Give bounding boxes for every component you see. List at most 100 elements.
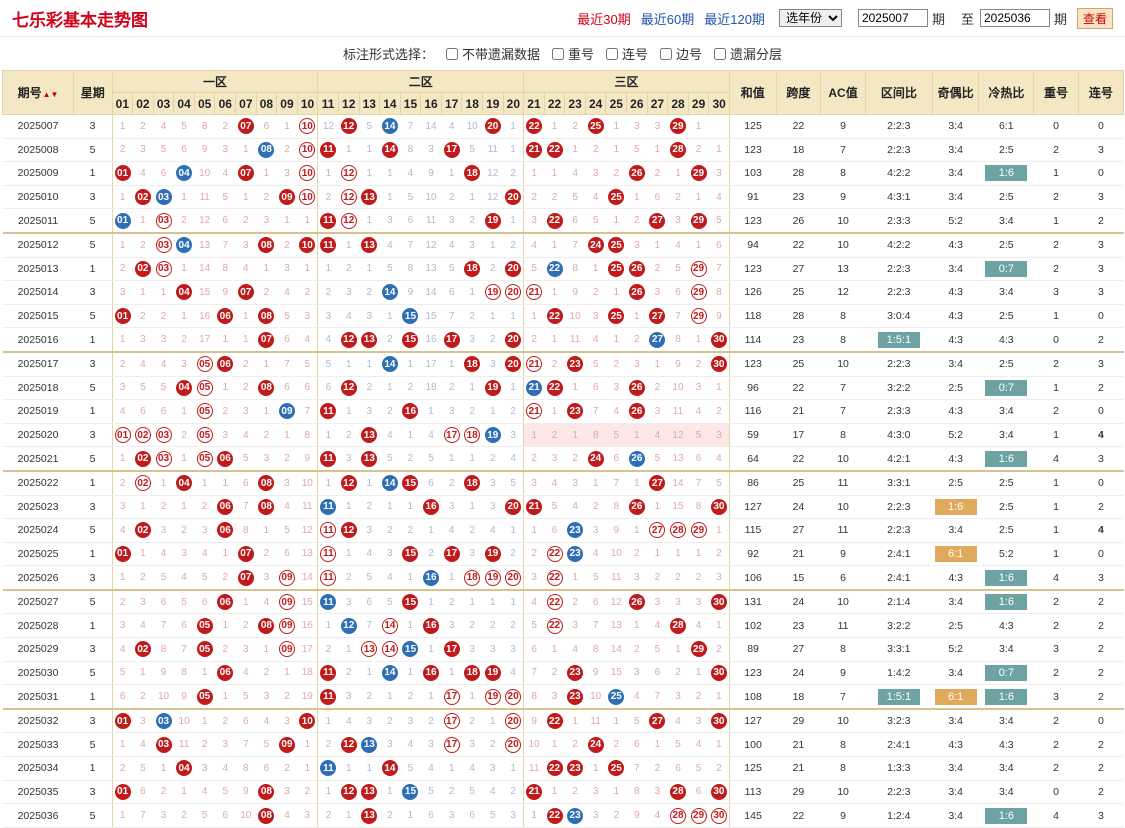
query-button[interactable]: 查看 [1076,7,1113,29]
number-cell: 21 [523,780,545,805]
from-period-input[interactable] [857,9,928,27]
stat-cell: 28 [776,304,821,329]
omission-cell: 2 [194,495,215,520]
omission-cell: 3 [256,446,277,472]
number-cell: 15 [400,542,421,567]
omission-cell: 4 [667,231,689,258]
omission-cell: 2 [132,684,154,710]
number-cell: 06 [214,661,236,686]
omission-cell: 1 [461,684,483,710]
number-cell: 17 [441,637,462,662]
omission-cell: 1 [111,185,133,210]
number-cell: 25 [605,756,627,781]
link-recent-30[interactable]: 最近30期 [577,9,630,28]
link-recent-60[interactable]: 最近60期 [641,9,694,28]
drawn-number-ball: 12 [340,331,357,348]
year-select[interactable]: 选年份 [778,9,842,27]
omission-cell: 6 [708,231,730,258]
omission-cell: 11 [297,495,318,520]
drawn-number-ball: 08 [258,807,275,824]
drawn-number-ball: 26 [628,165,645,182]
sort-icon[interactable]: ▲▼ [43,90,59,99]
stat-cell: 24 [776,495,821,520]
stat-cell: 2 [1078,208,1124,234]
option-edge[interactable]: 边号 [660,44,702,63]
stat-cell: 2:5 [978,350,1034,377]
col-period[interactable]: 期号▲▼ [1,70,75,115]
omission-cell: 2 [400,446,421,472]
omission-cell: 7 [626,756,648,781]
drawn-number-ball: 03 [155,189,172,206]
omission-cell: 5 [359,114,380,139]
drawn-number-ball: 22 [546,760,563,777]
option-no-omission-checkbox[interactable] [445,47,458,60]
option-omission-layer-checkbox[interactable] [714,47,727,60]
option-consecutive-checkbox[interactable] [606,47,618,60]
omission-cell: 1 [400,661,421,686]
omission-cell: 9 [153,661,174,686]
omission-cell: 3 [523,565,545,591]
omission-cell: 1 [461,495,483,520]
omission-cell: 2 [708,637,730,662]
drawn-number-ball: 01 [114,427,131,444]
stat-cell: 0 [1078,304,1124,329]
number-cell: 17 [441,423,462,448]
omission-cell: 3 [111,280,133,305]
number-header: 09 [276,92,298,115]
omission-cell: 2 [379,707,401,734]
number-cell: 03 [153,208,174,234]
stat-cell: 118 [728,304,777,329]
stat-cell: 10 [820,446,866,472]
omission-cell: 8 [194,114,215,139]
annotation-options: 标注形式选择： 不带遗漏数据 重号 连号 边号 遗漏分层 [0,37,1125,70]
drawn-number-ball: 24 [587,237,604,254]
stat-cell: 25 [776,350,821,377]
number-header: 07 [235,92,257,115]
omission-cell: 1 [441,756,462,781]
option-repeat[interactable]: 重号 [551,44,594,63]
omission-cell: 2 [194,732,215,758]
omission-cell: 1 [667,161,689,186]
omission-cell: 3 [482,637,504,662]
drawn-number-ball: 14 [381,760,398,777]
weekday-cell: 1 [73,542,113,567]
trend-table: 期号▲▼ 星期 一区 二区 三区 和值 跨度 AC值 区间比 奇偶比 冷热比 重号 连号 01 02 03 04… [1,70,1125,828]
stat-cell: 3 [1033,637,1079,662]
omission-cell: 5 [111,661,133,686]
stat-cell: 23 [776,613,821,639]
drawn-number-ball: 13 [361,427,378,444]
omission-cell: 1 [461,185,483,210]
drawn-number-ball: 19 [484,427,501,444]
ratio-badge: 0:7 [985,260,1028,277]
to-period-input[interactable] [979,9,1050,27]
drawn-number-ball: 14 [381,356,398,373]
option-repeat-checkbox[interactable] [551,47,564,60]
number-cell: 20 [503,495,524,520]
omission-cell: 11 [420,208,442,234]
stat-cell: 1:6 [978,588,1034,615]
option-omission-layer[interactable]: 遗漏分层 [714,44,782,63]
number-cell: 09 [276,185,298,210]
drawn-number-ball: 19 [484,569,501,586]
stat-cell: 3:4 [932,661,979,686]
stat-cell: 125 [728,756,777,781]
omission-cell: 6 [153,399,174,424]
option-edge-checkbox[interactable] [660,47,673,60]
omission-cell: 4 [461,756,483,781]
option-consecutive[interactable]: 连号 [606,44,648,63]
drawn-number-ball: 26 [628,403,645,420]
omission-cell: 4 [564,637,586,662]
link-recent-120[interactable]: 最近120期 [704,9,765,28]
drawn-number-ball: 06 [217,664,234,681]
drawn-number-ball: 28 [669,617,686,634]
omission-cell: 6 [605,446,627,472]
weekday-cell: 5 [73,732,113,758]
omission-cell: 4 [338,707,360,734]
number-cell: 12 [338,518,360,543]
ratio-badge: 0:7 [985,379,1028,396]
omission-cell: 3 [420,732,442,758]
omission-cell: 2 [132,565,154,591]
omission-cell: 7 [153,613,174,639]
option-no-omission[interactable]: 不带遗漏数据 [445,44,540,63]
omission-cell: 1 [111,231,133,258]
